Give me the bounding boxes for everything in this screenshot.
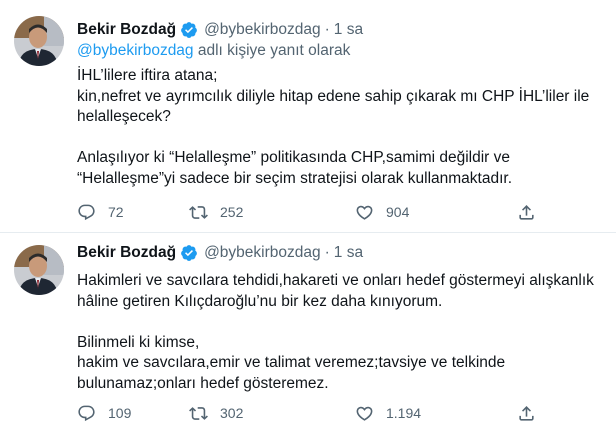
- tweet-paragraph: İHL’lilere iftira atana; kin,nefret ve a…: [77, 67, 590, 125]
- avatar[interactable]: [14, 16, 64, 66]
- retweet-icon: [189, 406, 208, 420]
- retweet-count: 302: [220, 405, 244, 421]
- retweet-button[interactable]: 302: [189, 401, 243, 425]
- heart-icon: [356, 205, 373, 220]
- share-button[interactable]: [517, 401, 548, 425]
- tweet-paragraph: Anlaşılıyor ki “Helalleşme” politikasınd…: [77, 149, 513, 187]
- avatar[interactable]: [14, 245, 64, 295]
- tweet-text: İHL’lilere iftira atana; kin,nefret ve a…: [77, 66, 607, 189]
- reply-to-suffix: adlı kişiye yanıt olarak: [193, 42, 351, 59]
- tweet-actions: 109 302 1.194: [77, 401, 597, 425]
- reply-count: 72: [108, 204, 124, 220]
- retweet-icon: [189, 205, 208, 219]
- timestamp[interactable]: 1 sa: [334, 21, 363, 39]
- like-button[interactable]: 904: [355, 200, 409, 224]
- share-icon: [519, 405, 534, 421]
- tweet[interactable]: Bekir Bozdağ @bybekirbozdag · 1 sa @bybe…: [0, 0, 616, 232]
- heart-icon: [356, 406, 373, 421]
- tweet-text: Hakimleri ve savcılara tehdidi,hakareti …: [77, 271, 607, 394]
- retweet-count: 252: [220, 204, 244, 220]
- reply-count: 109: [108, 405, 132, 421]
- separator: ·: [324, 244, 330, 261]
- author-name[interactable]: Bekir Bozdağ: [77, 21, 176, 39]
- retweet-button[interactable]: 252: [189, 200, 243, 224]
- timestamp[interactable]: 1 sa: [334, 244, 363, 262]
- like-button[interactable]: 1.194: [355, 401, 421, 425]
- like-count: 904: [386, 204, 410, 220]
- share-button[interactable]: [517, 200, 548, 224]
- verified-badge-icon: [180, 244, 198, 262]
- separator: ·: [324, 21, 330, 38]
- author-handle[interactable]: @bybekirbozdag: [204, 244, 321, 262]
- reply-context: @bybekirbozdag adlı kişiye yanıt olarak: [77, 42, 350, 60]
- tweet-paragraph: Bilinmeli ki kimse, hakim ve savcılara,e…: [77, 333, 506, 392]
- tweet-paragraph: Hakimleri ve savcılara tehdidi,hakareti …: [77, 272, 594, 310]
- author-handle[interactable]: @bybekirbozdag: [204, 21, 321, 39]
- like-count: 1.194: [386, 405, 422, 421]
- tweet[interactable]: Bekir Bozdağ @bybekirbozdag · 1 sa Hakim…: [0, 232, 616, 438]
- author-name[interactable]: Bekir Bozdağ: [77, 244, 176, 262]
- reply-bubble-icon: [78, 204, 95, 220]
- reply-bubble-icon: [78, 405, 95, 421]
- reply-button[interactable]: 72: [77, 200, 124, 224]
- tweet-header: Bekir Bozdağ @bybekirbozdag · 1 sa: [77, 241, 363, 265]
- tweet-actions: 72 252 904: [77, 200, 597, 224]
- share-icon: [519, 204, 534, 220]
- reply-button[interactable]: 109: [77, 401, 131, 425]
- tweet-header: Bekir Bozdağ @bybekirbozdag · 1 sa: [77, 18, 363, 42]
- reply-to-handle[interactable]: @bybekirbozdag: [77, 42, 194, 59]
- verified-badge-icon: [180, 21, 198, 39]
